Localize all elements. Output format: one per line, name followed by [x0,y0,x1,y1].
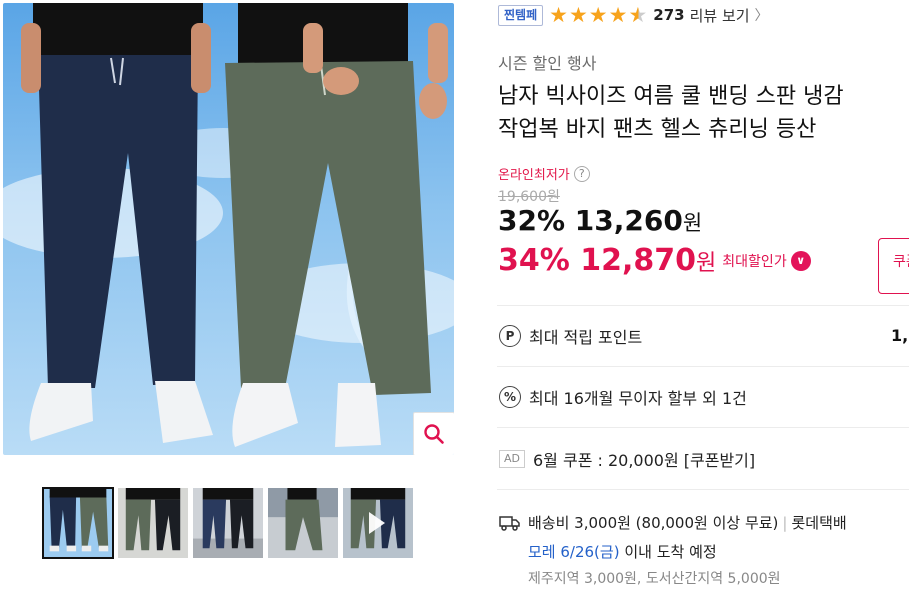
thumbnail-4[interactable] [267,487,339,559]
won-unit: 원 [682,211,703,235]
discount-price: 32% 13,260원 [498,204,702,237]
max-discount-amount: 12,870 [580,243,697,278]
magnifier-icon [424,424,444,444]
product-info-panel: 찐템페 ★ ★ ★ ★ ★ 273 리뷰 보기 〉 시즌 할인 행사 남자 빅사… [497,0,909,591]
half-star-icon: ★ [628,3,648,27]
coupon-ad-row[interactable]: AD 6월 쿠폰 : 20,000원 [쿠폰받기] [499,447,755,471]
star-rating: ★ ★ ★ ★ ★ [549,4,647,26]
chevron-down-icon[interactable]: ∨ [790,250,811,271]
points-row: P 최대 적립 포인트 [499,324,642,348]
product-title-line1: 남자 빅사이즈 여름 쿨 밴딩 스판 냉감 [498,84,844,109]
installment-row[interactable]: % 최대 16개월 무이자 할부 외 1건 [499,385,747,409]
percent-icon: % [499,386,521,408]
max-discount-percent: 34% [498,243,570,278]
divider [497,489,909,490]
lowest-price-text: 온라인최저가 [498,168,570,183]
help-icon[interactable]: ? [573,165,590,182]
divider [497,305,909,306]
discount-amount: 13,260 [574,204,683,237]
discount-percent: 32% [498,204,566,237]
zoom-button[interactable] [413,412,454,455]
thumbnail-3[interactable] [192,487,264,559]
star-icon: ★ [608,3,628,27]
review-count[interactable]: 273 [653,6,684,24]
store-badge[interactable]: 찐템페 [498,4,544,26]
thumbnail-strip [42,487,417,559]
points-value: 1,8 [891,326,909,345]
shipping-fee: 배송비 3,000원 (80,000원 이상 무료) [528,514,779,532]
review-link[interactable]: 리뷰 보기 [690,5,750,26]
carrier: 롯데택배 [791,514,847,532]
thumbnail-1[interactable] [42,487,114,559]
product-main-image[interactable] [3,3,454,455]
arrival-info: 모레 6/26(금) 이내 도착 예정 [528,541,717,562]
installment-label[interactable]: 최대 16개월 무이자 할부 외 1건 [529,385,747,409]
point-icon: P [499,325,521,347]
lowest-price-label: 온라인최저가 ? [498,164,590,183]
thumbnail-2[interactable] [117,487,189,559]
original-price: 19,600원 [498,189,560,205]
product-title: 남자 빅사이즈 여름 쿨 밴딩 스판 냉감 작업복 바지 팬츠 헬스 츄리닝 등… [498,80,909,146]
won-unit: 원 [696,250,717,276]
arrival-date: 모레 6/26(금) [528,543,620,561]
max-discount-label[interactable]: 최대할인가 [722,251,786,271]
divider [497,427,909,428]
shipping-row: 배송비 3,000원 (80,000원 이상 무료) | 롯데택배 [499,512,847,533]
arrival-suffix: 이내 도착 예정 [619,543,717,561]
play-icon [369,512,385,534]
star-icon: ★ [588,3,608,27]
points-label: 최대 적립 포인트 [529,328,643,347]
event-label[interactable]: 시즌 할인 행사 [498,50,597,74]
star-icon: ★ [549,3,568,27]
star-icon: ★ [568,3,588,27]
truck-icon [499,515,520,531]
chevron-right-icon[interactable]: 〉 [755,5,769,25]
separator: | [782,513,788,532]
rating-row: 찐템페 ★ ★ ★ ★ ★ 273 리뷰 보기 〉 [498,4,769,26]
coupon-button[interactable]: 쿠폰 [878,238,909,294]
coupon-ad-text[interactable]: 6월 쿠폰 : 20,000원 [쿠폰받기] [533,447,755,471]
ad-tag: AD [499,450,525,468]
region-shipping-fee: 제주지역 3,000원, 도서산간지역 5,000원 [528,571,781,587]
max-discount-price: 34% 12,870 원 최대할인가 ∨ [498,243,811,278]
divider [497,366,909,367]
product-title-line2: 작업복 바지 팬츠 헬스 츄리닝 등산 [498,117,817,142]
thumbnail-5-video[interactable] [342,487,414,559]
